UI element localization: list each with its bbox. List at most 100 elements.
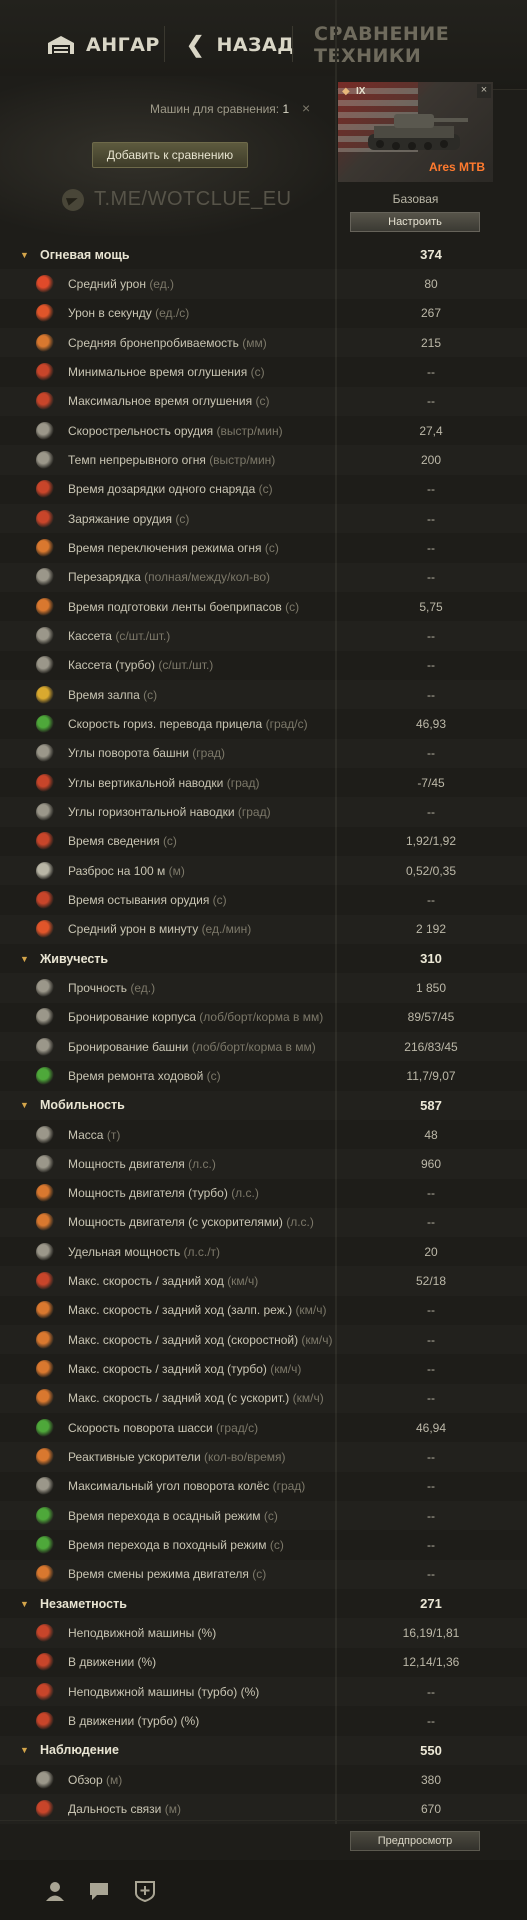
shell-reload-icon <box>36 480 54 499</box>
stat-label: Максимальное время оглушения (с) <box>68 394 269 408</box>
stat-name: Скорострельность орудия <box>68 423 214 438</box>
wheel-angle-icon <box>36 1477 54 1496</box>
stat-value: 12,14/1,36 <box>402 1655 460 1670</box>
camo-moving-turbo-icon <box>36 1712 54 1731</box>
stat-value: 5,75 <box>419 599 443 614</box>
stat-row: Макс. скорость / задний ход (с ускорит.)… <box>0 1384 527 1413</box>
stat-row: Время перехода в осадный режим (с) -- <box>0 1501 527 1530</box>
salvo-icon <box>36 685 54 704</box>
stat-row: Удельная мощность (л.с./т) 20 <box>0 1237 527 1266</box>
stat-name: Скорость поворота шасси <box>68 1420 213 1435</box>
chat-icon[interactable] <box>88 1880 110 1902</box>
stat-row: Время переключения режима огня (с) -- <box>0 533 527 562</box>
stat-name: Время ремонта ходовой <box>68 1068 204 1083</box>
stat-unit: (град/с) <box>216 1420 259 1435</box>
machines-label: Машин для сравнения: <box>150 102 280 116</box>
stat-unit: (км/ч) <box>301 1332 333 1347</box>
row-label-cell: ▼ Наблюдение <box>0 1736 335 1765</box>
stat-value: -- <box>427 540 435 555</box>
nav-divider <box>164 26 165 62</box>
stat-value: -- <box>427 687 435 702</box>
stat-row: Кассета (турбо) (с/шт./шт.) -- <box>0 651 527 680</box>
rocket-booster-icon <box>36 1448 54 1467</box>
stat-label: Разброс на 100 м (м) <box>68 864 185 878</box>
row-label-cell: Время смены режима двигателя (с) <box>0 1560 335 1589</box>
stat-row: Бронирование башни (лоб/борт/корма в мм)… <box>0 1032 527 1061</box>
stat-name: Время перехода в походный режим <box>68 1538 267 1553</box>
stat-value: -- <box>427 1508 435 1523</box>
add-to-comparison-button[interactable]: Добавить к сравнению <box>92 142 248 168</box>
section-score: 271 <box>420 1596 442 1612</box>
stat-value: 960 <box>420 1156 442 1171</box>
tank-card[interactable]: ◆ IX × Ares MTB Базовая Настроить <box>338 82 493 232</box>
row-label-cell: Кассета (турбо) (с/шт./шт.) <box>0 651 335 680</box>
aim-time-icon <box>36 832 54 851</box>
stat-name: Время дозарядки одного снаряда <box>68 482 256 497</box>
hangar-nav-button[interactable]: АНГАР <box>46 30 160 60</box>
chevron-down-icon[interactable]: ▼ <box>20 1599 29 1609</box>
section-title: Огневая мощь <box>40 247 130 262</box>
row-label-cell: Время дозарядки одного снаряда (с) <box>0 475 335 504</box>
stat-unit: (м) <box>164 1802 181 1817</box>
chevron-down-icon[interactable]: ▼ <box>20 1745 29 1755</box>
section-score: 374 <box>420 247 442 263</box>
stat-row: Средний урон в минуту (ед./мин) 2 192 <box>0 915 527 944</box>
chevron-down-icon[interactable]: ▼ <box>20 1100 29 1110</box>
stat-value: 1 850 <box>415 980 447 995</box>
stat-label: Макс. скорость / задний ход (залп. реж.)… <box>68 1303 327 1317</box>
stat-name: Минимальное время оглушения <box>68 364 248 379</box>
travel-mode-icon <box>36 1536 54 1555</box>
stat-value: -- <box>427 1479 435 1494</box>
clip-turbo-icon <box>36 656 54 675</box>
rate-of-fire-icon <box>36 421 54 440</box>
stat-unit: (с) <box>285 599 300 614</box>
stat-row: Скорость поворота шасси (град/с) 46,94 <box>0 1413 527 1442</box>
stat-name: Мощность двигателя (турбо) <box>68 1186 228 1201</box>
stat-unit: (с) <box>175 511 190 526</box>
section-header-row[interactable]: ▼ Мобильность 587 <box>0 1091 527 1120</box>
stat-unit: (км/ч) <box>295 1303 327 1318</box>
configure-button[interactable]: Настроить <box>350 212 480 232</box>
stat-value: -- <box>427 804 435 819</box>
stat-row: Углы горизонтальной наводки (град) -- <box>0 797 527 826</box>
stat-unit: (ед./с) <box>155 306 190 321</box>
stat-value: -- <box>427 1450 435 1465</box>
gun-charge-icon <box>36 509 54 528</box>
radio-range-icon <box>36 1800 54 1819</box>
row-label-cell: Урон в секунду (ед./с) <box>0 299 335 328</box>
stat-value: 380 <box>420 1772 442 1787</box>
section-header-row[interactable]: ▼ Огневая мощь 374 <box>0 240 527 269</box>
stat-value: 200 <box>420 452 442 467</box>
row-label-cell: Скорость гориз. перевода прицела (град/с… <box>0 709 335 738</box>
remove-tank-button[interactable]: × <box>477 84 491 98</box>
stat-label: Скорострельность орудия (выстр/мин) <box>68 424 283 438</box>
preview-button[interactable]: Предпросмотр <box>350 1831 480 1851</box>
section-header-row[interactable]: ▼ Живучесть 310 <box>0 944 527 973</box>
stat-row: Максимальный угол поворота колёс (град) -… <box>0 1472 527 1501</box>
stat-unit: (км/ч) <box>227 1274 259 1289</box>
stat-name: Заряжание орудия <box>68 511 173 526</box>
stat-unit: (град) <box>237 804 271 819</box>
chevron-down-icon[interactable]: ▼ <box>20 954 29 964</box>
stat-row: Неподвижной машины (%) 16,19/1,81 <box>0 1618 527 1647</box>
stat-row: Максимальное время оглушения (с) -- <box>0 387 527 416</box>
row-label-cell: Углы поворота башни (град) <box>0 739 335 768</box>
stat-value: 11,7/9,07 <box>406 1068 456 1083</box>
fire-mode-icon <box>36 538 54 557</box>
clan-icon[interactable] <box>134 1880 156 1902</box>
section-header-row[interactable]: ▼ Наблюдение 550 <box>0 1736 527 1765</box>
stat-unit: (град) <box>192 746 225 761</box>
stat-row: Макс. скорость / задний ход (км/ч) 52/18 <box>0 1266 527 1295</box>
chevron-down-icon[interactable]: ▼ <box>20 250 29 260</box>
power-ratio-icon <box>36 1242 54 1261</box>
back-button[interactable]: ❮ НАЗАД <box>186 30 295 60</box>
turret-armor-icon <box>36 1037 54 1056</box>
stat-unit: (с) <box>143 687 158 702</box>
stat-value: -- <box>427 746 435 761</box>
stat-name: Средний урон в минуту <box>68 922 199 937</box>
stat-label: Время ремонта ходовой (с) <box>68 1069 221 1083</box>
user-icon[interactable] <box>44 1880 66 1902</box>
stat-name: Разброс на 100 м <box>68 863 166 878</box>
section-header-row[interactable]: ▼ Незаметность 271 <box>0 1589 527 1618</box>
clear-comparison-button[interactable]: × <box>302 100 310 116</box>
